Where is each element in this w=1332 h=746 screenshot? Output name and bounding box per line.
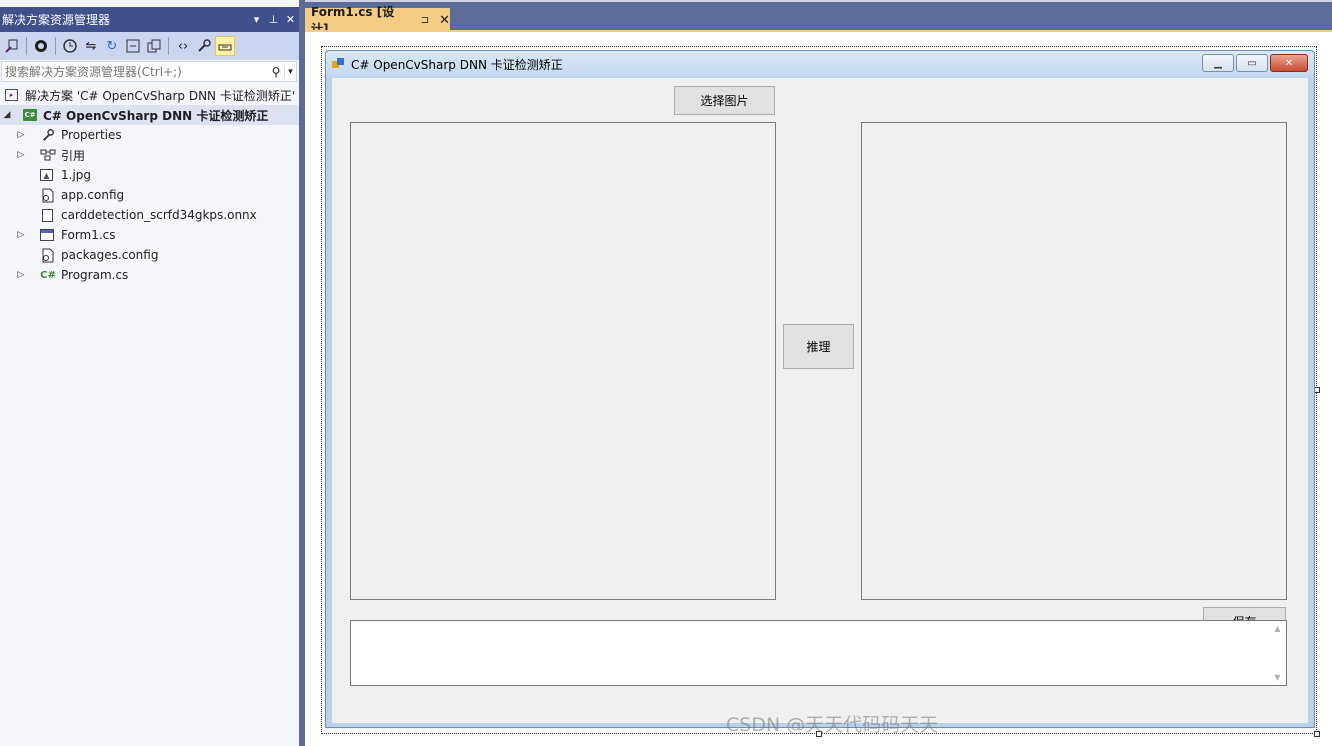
- expand-arrow-icon[interactable]: ▷: [16, 130, 26, 140]
- sync-icon[interactable]: [2, 36, 22, 56]
- file-icon: [42, 208, 53, 222]
- pin-icon[interactable]: ⊥: [265, 13, 282, 26]
- designer-surface: C# OpenCvSharp DNN 卡证检测矫正 ▁ ▭ ✕ 选择图片 推理 …: [305, 32, 1332, 746]
- tree-item-image[interactable]: ▲ 1.jpg: [0, 165, 299, 185]
- form-caption-bar: C# OpenCvSharp DNN 卡证检测矫正 ▁ ▭ ✕: [326, 51, 1314, 77]
- solution-explorer-toolbar: ⇋ ↻ ‹›: [0, 32, 299, 60]
- solution-explorer-panel: 解决方案资源管理器 ▾ ⊥ ✕ ⇋ ↻ ‹› 搜索解决方案资源管理器(Ctrl+…: [0, 0, 299, 746]
- copy-icon[interactable]: [144, 36, 164, 56]
- home-icon[interactable]: [31, 36, 51, 56]
- form-app-icon: [332, 58, 346, 70]
- csharp-project-icon: C#: [23, 109, 37, 121]
- code-view-icon[interactable]: ‹›: [173, 36, 193, 56]
- wrench-icon: [40, 127, 56, 143]
- tree-item-label: Program.cs: [61, 268, 129, 282]
- output-textbox[interactable]: ▲ ▼: [350, 620, 1287, 686]
- expand-arrow-icon[interactable]: ▷: [16, 270, 26, 280]
- tree-item-program[interactable]: ▷ C# Program.cs: [0, 265, 299, 285]
- tree-item-onnx-model[interactable]: carddetection_scrfd34gkps.onnx: [0, 205, 299, 225]
- collapse-arrow-icon[interactable]: ◢: [2, 110, 12, 120]
- source-picture-box[interactable]: [350, 122, 776, 600]
- expand-arrow-icon[interactable]: ▷: [16, 230, 26, 240]
- window-position-dropdown-icon[interactable]: ▾: [248, 13, 265, 26]
- tree-item-label: carddetection_scrfd34gkps.onnx: [61, 208, 257, 222]
- close-icon[interactable]: ✕: [282, 13, 299, 26]
- search-options-dropdown-icon[interactable]: ▾: [284, 66, 296, 77]
- preview-icon[interactable]: [215, 36, 235, 56]
- collapse-all-icon[interactable]: [123, 36, 143, 56]
- solution-tree: ▸ 解决方案 'C# OpenCvSharp DNN 卡证检测矫正' ( ◢ C…: [0, 85, 299, 285]
- scroll-down-icon[interactable]: ▼: [1274, 673, 1280, 682]
- infer-button[interactable]: 推理: [783, 324, 854, 369]
- expand-arrow-icon[interactable]: ▷: [16, 150, 26, 160]
- tree-item-label: packages.config: [61, 248, 159, 262]
- resize-handle-corner[interactable]: [1314, 731, 1320, 737]
- tree-item-properties[interactable]: ▷ Properties: [0, 125, 299, 145]
- toolbar-separator: [26, 37, 27, 55]
- tab-close-icon[interactable]: ✕: [439, 13, 450, 28]
- tree-item-label: app.config: [61, 188, 125, 202]
- solution-explorer-titlebar: 解决方案资源管理器 ▾ ⊥ ✕: [0, 7, 299, 32]
- form-close-icon[interactable]: ✕: [1270, 54, 1308, 72]
- config-file-icon: [40, 187, 56, 203]
- select-image-button[interactable]: 选择图片: [674, 86, 775, 115]
- tree-item-form1[interactable]: ▷ Form1.cs: [0, 225, 299, 245]
- minimize-icon[interactable]: ▁: [1202, 54, 1234, 72]
- tree-item-label: Properties: [61, 128, 122, 142]
- tab-pin-icon[interactable]: ⊐: [421, 15, 429, 26]
- scroll-up-icon[interactable]: ▲: [1274, 624, 1280, 633]
- tree-item-packages-config[interactable]: packages.config: [0, 245, 299, 265]
- history-icon[interactable]: [60, 36, 80, 56]
- editor-area: Form1.cs [设计] ⊐ ✕ C# OpenCvSharp DNN 卡证检…: [305, 0, 1332, 746]
- search-icon[interactable]: ⚲: [268, 65, 284, 79]
- solution-explorer-search: ⚲ ▾: [1, 61, 297, 82]
- refresh-icon[interactable]: ↻: [102, 36, 122, 56]
- form-icon: [40, 229, 54, 241]
- solution-explorer-title: 解决方案资源管理器: [2, 13, 111, 27]
- tab-form1-design[interactable]: Form1.cs [设计] ⊐ ✕: [305, 5, 450, 36]
- search-input[interactable]: [2, 62, 268, 81]
- form-client-area: 选择图片 推理 保存 ▲ ▼: [332, 78, 1308, 723]
- references-icon: [40, 147, 56, 163]
- image-file-icon: ▲: [40, 169, 53, 181]
- project-label: C# OpenCvSharp DNN 卡证检测矫正: [43, 108, 269, 123]
- tree-item-app-config[interactable]: app.config: [0, 185, 299, 205]
- form-window[interactable]: C# OpenCvSharp DNN 卡证检测矫正 ▁ ▭ ✕ 选择图片 推理 …: [325, 50, 1315, 728]
- tree-item-label: Form1.cs: [61, 228, 116, 242]
- tree-item-project[interactable]: ◢ C# C# OpenCvSharp DNN 卡证检测矫正: [0, 105, 299, 125]
- textbox-scrollbar[interactable]: ▲ ▼: [1269, 621, 1286, 685]
- maximize-icon[interactable]: ▭: [1236, 54, 1268, 72]
- tree-item-label: 1.jpg: [61, 168, 92, 182]
- tree-item-label: 引用: [61, 148, 86, 163]
- toolbar-separator: [55, 37, 56, 55]
- properties-icon[interactable]: [194, 36, 214, 56]
- csharp-file-icon: C#: [40, 269, 56, 281]
- document-tab-strip: Form1.cs [设计] ⊐ ✕: [305, 0, 1332, 36]
- solution-label: 解决方案 'C# OpenCvSharp DNN 卡证检测矫正' (: [25, 88, 299, 103]
- form-title: C# OpenCvSharp DNN 卡证检测矫正: [351, 57, 563, 72]
- config-file-icon: [40, 247, 56, 263]
- solution-icon: ▸: [5, 89, 18, 101]
- switch-views-icon[interactable]: ⇋: [81, 36, 101, 56]
- tree-item-solution[interactable]: ▸ 解决方案 'C# OpenCvSharp DNN 卡证检测矫正' (: [0, 85, 299, 105]
- result-picture-box[interactable]: [861, 122, 1287, 600]
- toolbar-separator: [168, 37, 169, 55]
- tree-item-references[interactable]: ▷ 引用: [0, 145, 299, 165]
- watermark: CSDN @天天代码码天天: [726, 714, 939, 736]
